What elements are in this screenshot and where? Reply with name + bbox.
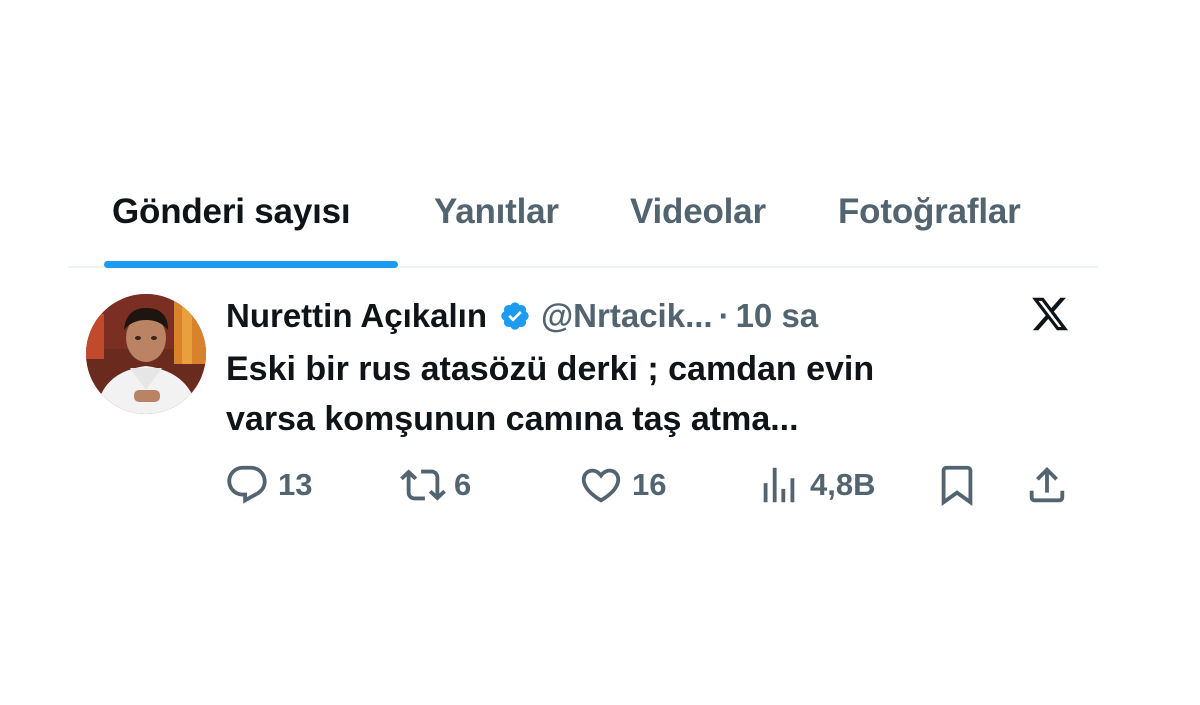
tab-replies[interactable]: Yanıtlar [434,192,559,232]
author-name[interactable]: Nurettin Açıkalın [226,297,487,335]
share-button[interactable] [1024,460,1070,510]
reply-button[interactable]: 13 [224,460,312,510]
bookmark-button[interactable] [934,460,980,510]
share-icon [1024,462,1070,508]
views-button[interactable]: 4,8B [756,460,875,510]
author-handle[interactable]: @Nrtacik... [541,297,713,335]
x-logo-icon [1030,294,1070,334]
repost-button[interactable]: 6 [400,460,471,510]
avatar[interactable] [86,294,206,414]
like-icon [578,462,624,508]
tweet-text-line: varsa komşunun camına taş atma... [226,400,799,438]
tweet-timestamp[interactable]: 10 sa [736,297,819,335]
reply-count: 13 [278,467,313,502]
like-count: 16 [632,467,667,502]
avatar-photo [86,294,206,414]
views-icon [756,462,802,508]
tab-posts[interactable]: Gönderi sayısı [112,192,351,232]
repost-count: 6 [454,467,472,502]
tweet-text: Eski bir rus atasözü derki ; camdan evin… [226,344,1026,444]
separator-dot: · [718,297,730,334]
tab-photos[interactable]: Fotoğraflar [838,192,1021,232]
tweet-actions: 13 6 16 4,8B [224,460,1084,510]
tweet-header: Nurettin Açıkalın @Nrtacik... · 10 sa [226,292,818,340]
tweet-text-line: Eski bir rus atasözü derki ; camdan evin [226,350,875,388]
active-tab-indicator [104,261,398,268]
repost-icon [400,462,446,508]
like-button[interactable]: 16 [578,460,666,510]
tab-videos[interactable]: Videolar [630,192,766,232]
profile-tabs: Gönderi sayısı Yanıtlar Videolar Fotoğra… [68,178,1098,268]
verified-badge-icon [499,300,531,332]
views-count: 4,8B [810,467,876,502]
bookmark-icon [934,462,980,508]
reply-icon [224,462,270,508]
